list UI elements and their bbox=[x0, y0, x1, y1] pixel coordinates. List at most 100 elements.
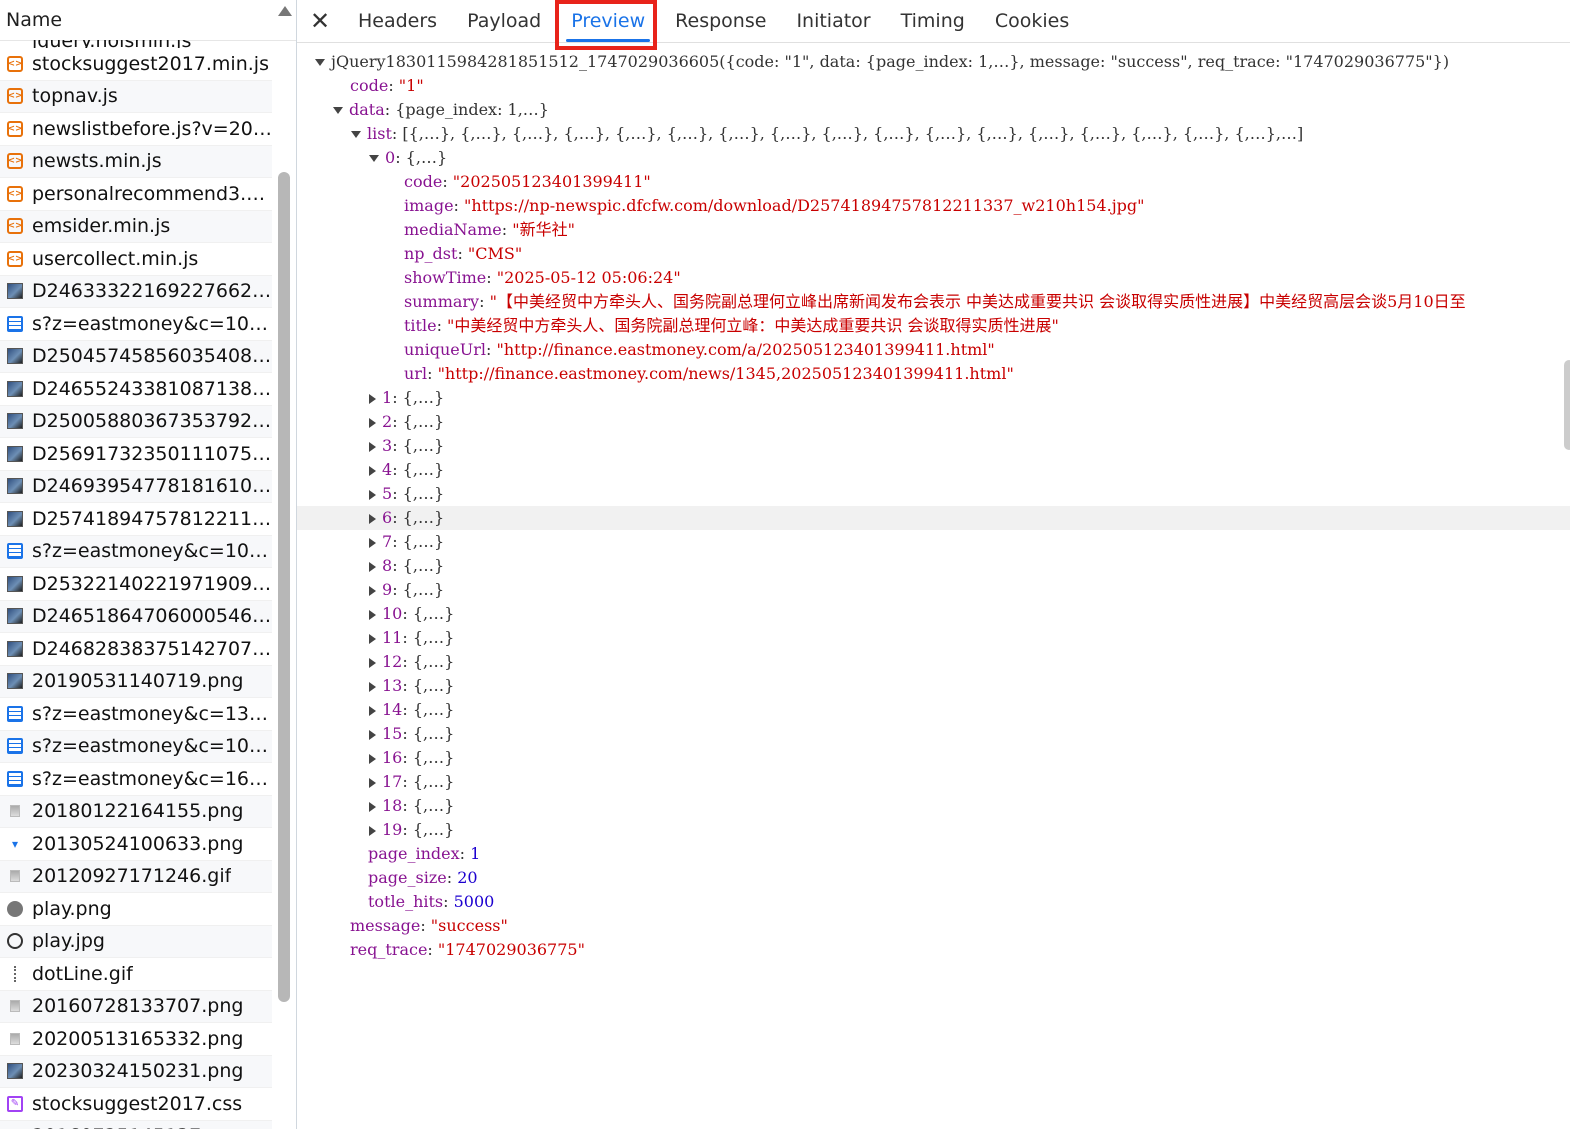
json-line[interactable]: list: [{,…}, {,…}, {,…}, {,…}, {,…}, {,…… bbox=[297, 122, 1570, 146]
file-row[interactable]: D2465524338108713886... bbox=[0, 373, 272, 406]
json-line[interactable]: 18: {,…} bbox=[297, 794, 1570, 818]
file-row[interactable]: ✎ stocksuggest2017.css bbox=[0, 1088, 272, 1121]
json-line[interactable]: data: {page_index: 1,…} bbox=[297, 98, 1570, 122]
tab-initiator[interactable]: Initiator bbox=[781, 0, 885, 42]
file-row[interactable]: 20190531140719.png bbox=[0, 665, 272, 698]
file-row[interactable]: ⌄20160725145137.png bbox=[0, 1120, 272, 1129]
expand-down-icon[interactable] bbox=[369, 155, 379, 162]
file-row[interactable]: D2465186470600054679... bbox=[0, 600, 272, 633]
json-line[interactable]: page_size: 20 bbox=[297, 866, 1570, 890]
file-row[interactable]: D2569173235011107563... bbox=[0, 438, 272, 471]
json-line[interactable]: 14: {,…} bbox=[297, 698, 1570, 722]
file-row[interactable]: s?z=eastmoney&c=1060... bbox=[0, 308, 272, 341]
json-line[interactable]: url: "http://finance.eastmoney.com/news/… bbox=[297, 362, 1570, 386]
expand-down-icon[interactable] bbox=[351, 131, 361, 138]
json-line[interactable]: 0: {,…} bbox=[297, 146, 1570, 170]
json-line[interactable]: summary: "【中美经贸中方牵头人、国务院副总理何立峰出席新闻发布会表示 … bbox=[297, 290, 1570, 314]
file-row[interactable]: s?z=eastmoney&c=105&... bbox=[0, 535, 272, 568]
json-line[interactable]: 8: {,…} bbox=[297, 554, 1570, 578]
json-line[interactable]: 6: {,…} bbox=[297, 506, 1570, 530]
tab-payload[interactable]: Payload bbox=[452, 0, 556, 42]
json-line[interactable]: 12: {,…} bbox=[297, 650, 1570, 674]
file-row[interactable]: <> topnav.js bbox=[0, 80, 272, 113]
file-row[interactable]: dotLine.gif bbox=[0, 958, 272, 991]
file-row[interactable]: <> newsts.min.js bbox=[0, 145, 272, 178]
file-row[interactable]: ▾ 20130524100633.png bbox=[0, 828, 272, 861]
file-row[interactable]: 20200513165332.png bbox=[0, 1023, 272, 1056]
json-line[interactable]: 5: {,…} bbox=[297, 482, 1570, 506]
partial-file-row[interactable]: jquery.nolsmin.js bbox=[0, 40, 272, 48]
expand-right-icon[interactable] bbox=[369, 393, 376, 404]
expand-right-icon[interactable] bbox=[369, 705, 376, 716]
file-row[interactable]: s?z=eastmoney&c=1338... bbox=[0, 698, 272, 731]
json-line[interactable]: uniqueUrl: "http://finance.eastmoney.com… bbox=[297, 338, 1570, 362]
sort-ascending-icon[interactable] bbox=[278, 6, 292, 16]
json-line[interactable]: 11: {,…} bbox=[297, 626, 1570, 650]
name-column-header[interactable]: Name bbox=[0, 0, 296, 41]
tab-preview[interactable]: Preview bbox=[556, 0, 660, 42]
file-row[interactable]: play.jpg bbox=[0, 925, 272, 958]
expand-right-icon[interactable] bbox=[369, 681, 376, 692]
file-row[interactable]: play.png bbox=[0, 893, 272, 926]
json-line[interactable]: 17: {,…} bbox=[297, 770, 1570, 794]
expand-right-icon[interactable] bbox=[369, 489, 376, 500]
json-line[interactable]: showTime: "2025-05-12 05:06:24" bbox=[297, 266, 1570, 290]
json-line[interactable]: code: "1" bbox=[297, 74, 1570, 98]
file-row[interactable]: <> emsider.min.js bbox=[0, 210, 272, 243]
json-line[interactable]: 2: {,…} bbox=[297, 410, 1570, 434]
expand-right-icon[interactable] bbox=[369, 801, 376, 812]
file-row[interactable]: 20230324150231.png bbox=[0, 1055, 272, 1088]
expand-right-icon[interactable] bbox=[369, 417, 376, 428]
close-icon[interactable]: ✕ bbox=[297, 0, 343, 42]
file-row[interactable]: 20160728133707.png bbox=[0, 990, 272, 1023]
file-row[interactable]: 20120927171246.gif bbox=[0, 860, 272, 893]
expand-right-icon[interactable] bbox=[369, 465, 376, 476]
file-row[interactable]: D2500588036735379205... bbox=[0, 405, 272, 438]
json-line[interactable]: 13: {,…} bbox=[297, 674, 1570, 698]
json-line[interactable]: 10: {,…} bbox=[297, 602, 1570, 626]
expand-right-icon[interactable] bbox=[369, 537, 376, 548]
expand-right-icon[interactable] bbox=[369, 609, 376, 620]
tab-cookies[interactable]: Cookies bbox=[980, 0, 1084, 42]
tab-timing[interactable]: Timing bbox=[886, 0, 980, 42]
json-line[interactable]: mediaName: "新华社" bbox=[297, 218, 1570, 242]
expand-down-icon[interactable] bbox=[315, 59, 325, 66]
expand-right-icon[interactable] bbox=[369, 561, 376, 572]
file-row[interactable]: <> personalrecommend3.mi... bbox=[0, 178, 272, 211]
expand-right-icon[interactable] bbox=[369, 441, 376, 452]
file-row[interactable]: <> usercollect.min.js bbox=[0, 243, 272, 276]
tab-response[interactable]: Response bbox=[660, 0, 781, 42]
json-line[interactable]: np_dst: "CMS" bbox=[297, 242, 1570, 266]
expand-right-icon[interactable] bbox=[369, 729, 376, 740]
json-line[interactable]: jQuery18301159842818515​12_1747029036605… bbox=[297, 50, 1570, 74]
json-line[interactable]: 1: {,…} bbox=[297, 386, 1570, 410]
file-row[interactable]: s?z=eastmoney&c=106&... bbox=[0, 730, 272, 763]
json-line[interactable]: req_trace: "1747029036775" bbox=[297, 938, 1570, 962]
file-row[interactable]: D2469395477818161080... bbox=[0, 470, 272, 503]
json-line[interactable]: 16: {,…} bbox=[297, 746, 1570, 770]
json-line[interactable]: code: "202505123401399411" bbox=[297, 170, 1570, 194]
json-line[interactable]: message: "success" bbox=[297, 914, 1570, 938]
expand-right-icon[interactable] bbox=[369, 777, 376, 788]
json-line[interactable]: page_index: 1 bbox=[297, 842, 1570, 866]
expand-right-icon[interactable] bbox=[369, 753, 376, 764]
tab-headers[interactable]: Headers bbox=[343, 0, 452, 42]
file-list-scrollbar[interactable] bbox=[278, 172, 290, 1002]
json-line[interactable]: 7: {,…} bbox=[297, 530, 1570, 554]
file-row[interactable]: D2504574585603540867... bbox=[0, 340, 272, 373]
json-line[interactable]: 4: {,…} bbox=[297, 458, 1570, 482]
expand-right-icon[interactable] bbox=[369, 657, 376, 668]
file-row[interactable]: D246333221692276624​2... bbox=[0, 275, 272, 308]
expand-right-icon[interactable] bbox=[369, 585, 376, 596]
json-line[interactable]: totle_hits: 5000 bbox=[297, 890, 1570, 914]
expand-right-icon[interactable] bbox=[369, 513, 376, 524]
file-row[interactable]: D2468283837514270785... bbox=[0, 633, 272, 666]
json-line[interactable]: 3: {,…} bbox=[297, 434, 1570, 458]
file-row[interactable]: D2574189475781221133... bbox=[0, 503, 272, 536]
expand-right-icon[interactable] bbox=[369, 825, 376, 836]
preview-scroll-handle[interactable] bbox=[1564, 360, 1570, 450]
json-line[interactable]: title: "中美经贸中方牵头人、国务院副总理何立峰：中美达成重要共识 会谈取… bbox=[297, 314, 1570, 338]
json-line[interactable]: 15: {,…} bbox=[297, 722, 1570, 746]
file-row[interactable]: D2532214022197190986... bbox=[0, 568, 272, 601]
json-line[interactable]: 9: {,…} bbox=[297, 578, 1570, 602]
